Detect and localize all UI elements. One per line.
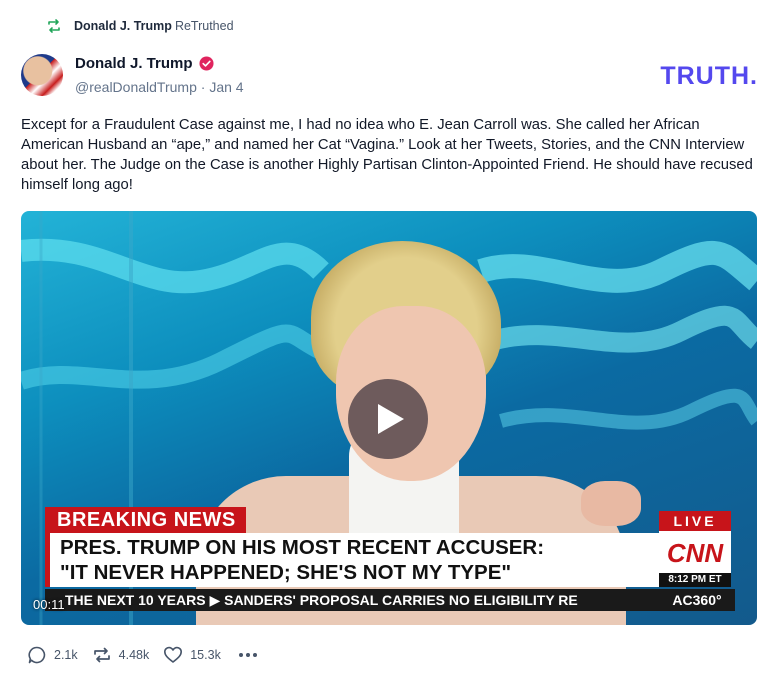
author-row: Donald J. Trump <box>75 55 214 72</box>
verified-icon <box>198 56 214 71</box>
breaking-news-label: BREAKING NEWS <box>45 507 246 533</box>
cnn-logo: CNN <box>659 531 731 575</box>
author-handle[interactable]: @realDonaldTrump <box>75 79 197 95</box>
reply-icon <box>28 646 46 664</box>
like-count: 15.3k <box>190 648 221 662</box>
live-badge: LIVE <box>659 511 731 531</box>
post-text: Except for a Fraudulent Case against me,… <box>21 117 753 193</box>
retruth-action: ReTruthed <box>174 19 234 33</box>
avatar[interactable] <box>21 54 63 96</box>
broadcast-time: 8:12 PM ET <box>659 573 731 587</box>
handle-row: @realDonaldTrump · Jan 4 <box>75 79 244 95</box>
meta-separator: · <box>200 79 206 95</box>
more-icon[interactable] <box>237 645 259 665</box>
like-icon <box>164 646 183 663</box>
video-timestamp: 00:11 <box>33 597 65 612</box>
video-player[interactable]: BREAKING NEWS PRES. TRUMP ON HIS MOST RE… <box>21 211 757 625</box>
post-actions: 2.1k 4.48k 15.3k <box>27 645 259 665</box>
truth-logo[interactable]: TRUTH. <box>660 62 758 91</box>
reply-count: 2.1k <box>54 648 78 662</box>
retruth-icon <box>93 647 110 663</box>
news-ticker: THE NEXT 10 YEARS ▶ SANDERS' PROPOSAL CA… <box>45 589 669 611</box>
play-button[interactable] <box>348 379 428 459</box>
news-lower-third: BREAKING NEWS PRES. TRUMP ON HIS MOST RE… <box>45 507 735 611</box>
play-icon <box>378 404 404 434</box>
retruth-user[interactable]: Donald J. Trump <box>74 19 172 33</box>
show-logo: AC360° <box>659 589 735 611</box>
retruth-banner: Donald J. Trump ReTruthed <box>46 18 234 34</box>
post-date[interactable]: Jan 4 <box>209 79 243 95</box>
retruth-icon <box>48 19 60 33</box>
headline-line-1: PRES. TRUMP ON HIS MOST RECENT ACCUSER: <box>60 536 545 559</box>
retruth-count: 4.48k <box>118 648 150 662</box>
author-name[interactable]: Donald J. Trump <box>75 55 193 72</box>
headline-line-2: "IT NEVER HAPPENED; SHE'S NOT MY TYPE" <box>60 561 512 584</box>
retruth-button[interactable]: 4.48k <box>92 645 150 665</box>
news-headline: PRES. TRUMP ON HIS MOST RECENT ACCUSER: … <box>45 533 662 587</box>
reply-button[interactable]: 2.1k <box>27 645 78 665</box>
like-button[interactable]: 15.3k <box>163 645 221 665</box>
